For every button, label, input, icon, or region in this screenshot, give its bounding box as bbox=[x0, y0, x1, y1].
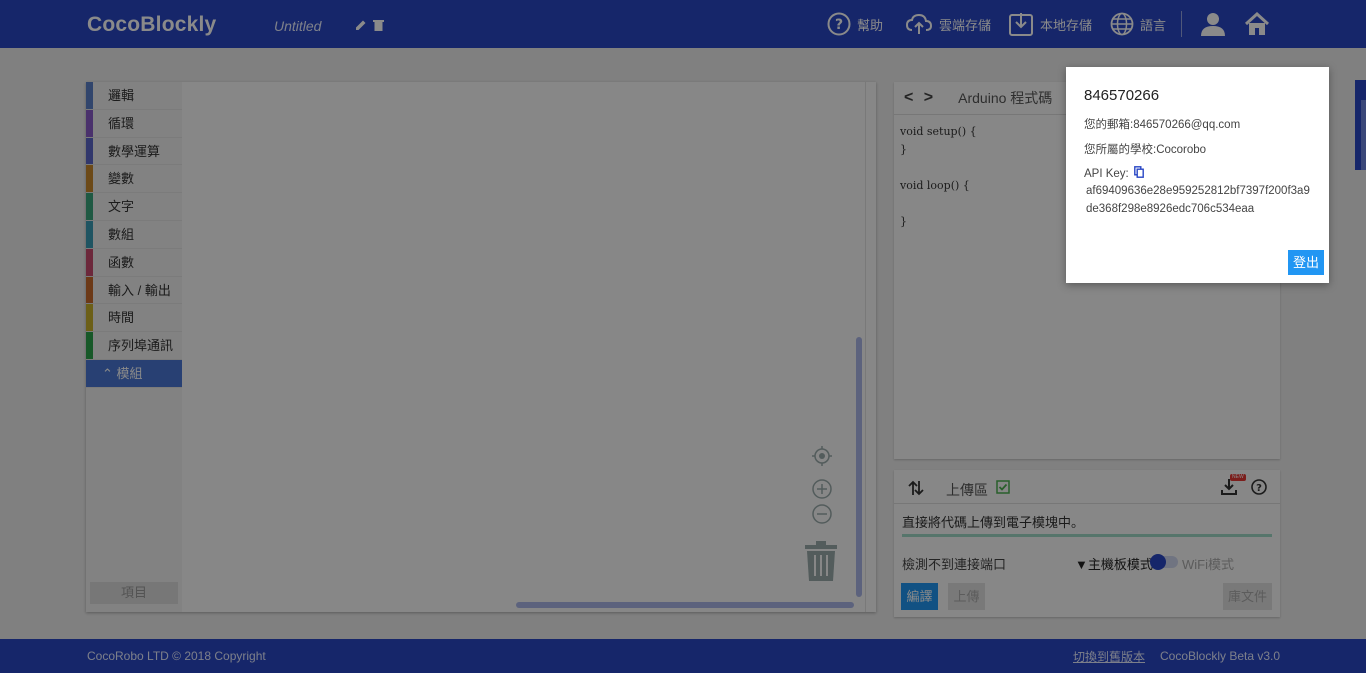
popup-api-key-row: API Key: bbox=[1084, 166, 1311, 180]
copy-icon[interactable] bbox=[1134, 166, 1144, 178]
logout-button[interactable]: 登出 bbox=[1288, 250, 1324, 275]
user-profile-popup: 846570266 您的郵箱:846570266@qq.com 您所屬的學校:C… bbox=[1066, 67, 1329, 283]
popup-api-key-value[interactable]: af69409636e28e959252812bf7397f200f3a9de3… bbox=[1084, 182, 1311, 218]
popup-api-key-label: API Key: bbox=[1084, 168, 1129, 180]
popup-school: 您所屬的學校:Cocorobo bbox=[1084, 144, 1207, 156]
popup-username: 846570266 bbox=[1084, 87, 1160, 104]
popup-email: 您的郵箱:846570266@qq.com bbox=[1084, 119, 1241, 131]
